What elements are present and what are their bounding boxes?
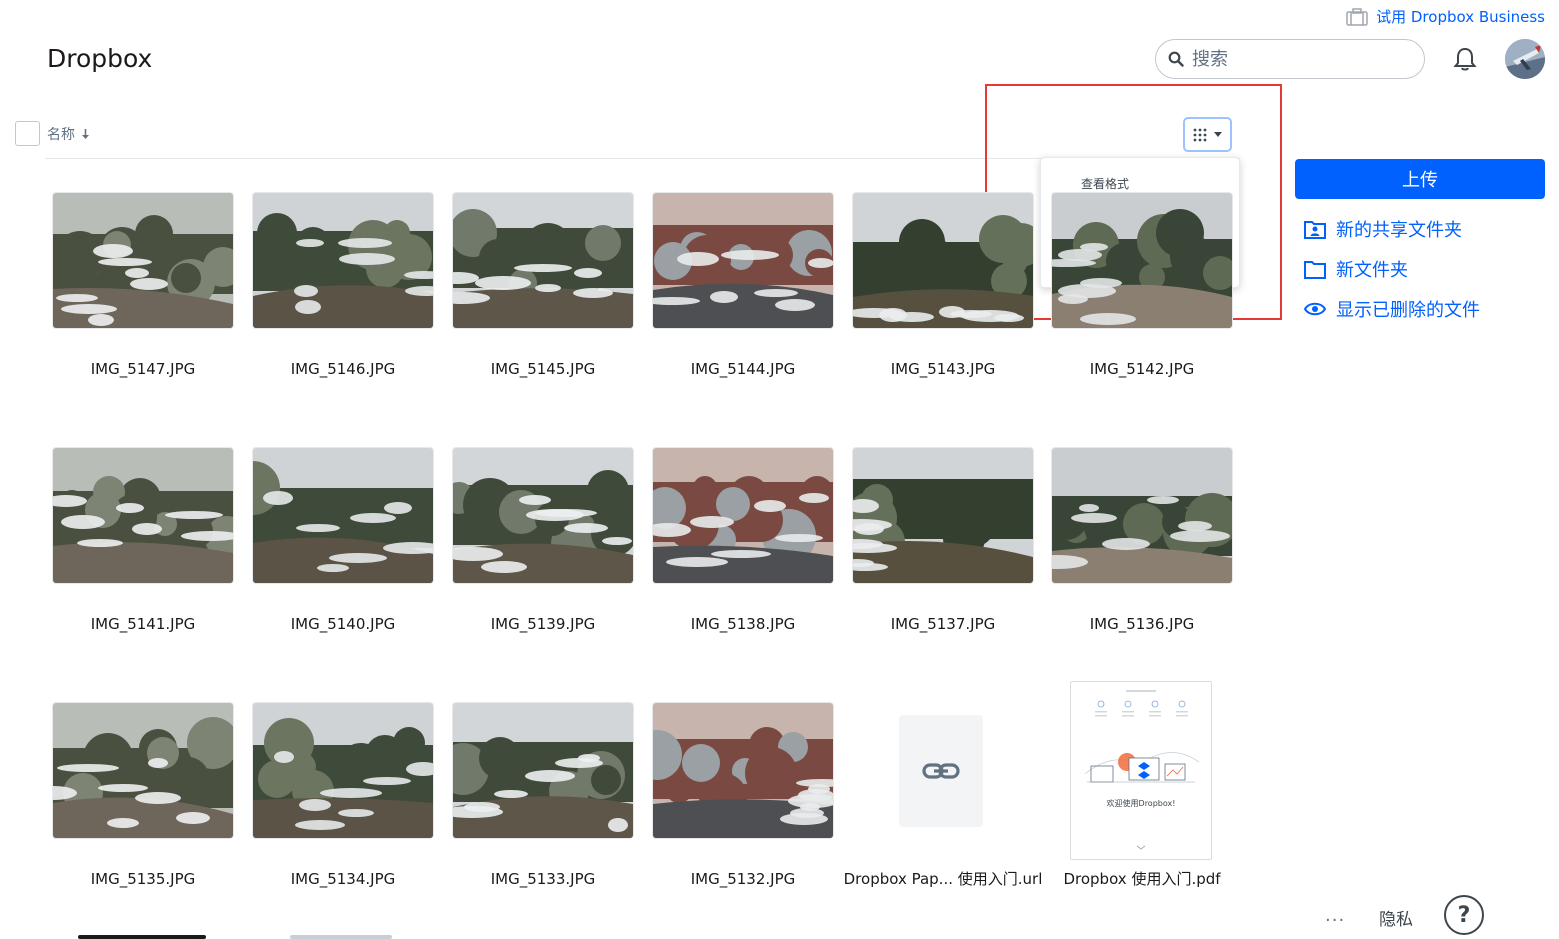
- file-name[interactable]: Dropbox Pap... 使用入门.url: [833, 868, 1053, 891]
- image-thumbnail: [1052, 193, 1232, 328]
- image-thumbnail: [653, 193, 833, 328]
- caret-down-icon: [1214, 132, 1222, 137]
- search-icon: [1168, 51, 1184, 67]
- image-thumbnail: [53, 703, 233, 838]
- image-thumbnail: [1052, 448, 1232, 583]
- image-thumbnail: [53, 193, 233, 328]
- link-icon: [922, 763, 960, 779]
- file-name[interactable]: IMG_5138.JPG: [633, 613, 853, 636]
- new-shared-folder-action[interactable]: 新的共享文件夹: [1304, 216, 1462, 242]
- image-thumbnail: [853, 448, 1033, 583]
- select-all-checkbox[interactable]: [15, 121, 40, 146]
- pdf-preview-caption: 欢迎使用Dropbox!: [1106, 799, 1176, 808]
- action-label: 显示已删除的文件: [1336, 300, 1480, 321]
- file-name[interactable]: IMG_5145.JPG: [433, 358, 653, 381]
- image-thumbnail: [453, 448, 633, 583]
- image-thumbnail: [653, 703, 833, 838]
- file-name[interactable]: IMG_5134.JPG: [233, 868, 453, 891]
- file-name[interactable]: IMG_5142.JPG: [1032, 358, 1252, 381]
- sort-label: 名称: [47, 127, 75, 143]
- file-name[interactable]: IMG_5146.JPG: [233, 358, 453, 381]
- next-row-thumb-peek: [78, 935, 206, 939]
- file-name[interactable]: IMG_5147.JPG: [33, 358, 253, 381]
- image-thumbnail: [453, 193, 633, 328]
- url-file-thumbnail: [899, 715, 983, 827]
- try-business-link[interactable]: 试用 Dropbox Business: [1346, 6, 1545, 27]
- file-name[interactable]: IMG_5137.JPG: [833, 613, 1053, 636]
- view-menu-heading: 查看格式: [1081, 177, 1130, 191]
- file-name[interactable]: IMG_5140.JPG: [233, 613, 453, 636]
- try-business-label: 试用 Dropbox Business: [1376, 8, 1545, 26]
- file-name[interactable]: IMG_5133.JPG: [433, 868, 653, 891]
- next-row-thumb-peek: [290, 935, 392, 939]
- image-thumbnail: [253, 448, 433, 583]
- bell-icon: [1453, 47, 1477, 71]
- image-thumbnail: [53, 448, 233, 583]
- image-thumbnail: [853, 193, 1033, 328]
- folder-icon: [1304, 261, 1326, 279]
- file-name[interactable]: IMG_5135.JPG: [33, 868, 253, 891]
- arrow-down-icon: [82, 129, 89, 139]
- upload-button[interactable]: 上传: [1295, 159, 1545, 199]
- page-title: Dropbox: [47, 44, 153, 73]
- help-button[interactable]: ?: [1444, 895, 1484, 935]
- file-name[interactable]: IMG_5136.JPG: [1032, 613, 1252, 636]
- notifications-button[interactable]: [1451, 45, 1479, 77]
- image-thumbnail: [653, 448, 833, 583]
- file-name[interactable]: IMG_5139.JPG: [433, 613, 653, 636]
- privacy-link[interactable]: 隐私: [1379, 905, 1413, 930]
- action-label: 新的共享文件夹: [1336, 220, 1462, 241]
- shared-folder-icon: [1304, 221, 1326, 239]
- file-name[interactable]: IMG_5143.JPG: [833, 358, 1053, 381]
- action-label: 新文件夹: [1336, 260, 1408, 281]
- search-input[interactable]: [1192, 48, 1402, 70]
- image-thumbnail: [253, 193, 433, 328]
- file-name[interactable]: IMG_5144.JPG: [633, 358, 853, 381]
- file-name[interactable]: Dropbox 使用入门.pdf: [1032, 868, 1252, 891]
- image-thumbnail: [253, 703, 433, 838]
- avatar[interactable]: [1505, 39, 1545, 79]
- pdf-preview-art: [1084, 690, 1200, 850]
- more-options-button[interactable]: ...: [1325, 905, 1345, 926]
- file-name[interactable]: IMG_5132.JPG: [633, 868, 853, 891]
- search-box[interactable]: [1155, 39, 1425, 79]
- file-name[interactable]: IMG_5141.JPG: [33, 613, 253, 636]
- grid-icon: [1193, 128, 1207, 141]
- eye-icon: [1304, 302, 1326, 316]
- help-icon: ?: [1457, 902, 1471, 928]
- new-folder-action[interactable]: 新文件夹: [1304, 256, 1408, 282]
- avatar-image: [1505, 39, 1545, 79]
- show-deleted-files-action[interactable]: 显示已删除的文件: [1304, 296, 1480, 322]
- sort-by-name[interactable]: 名称: [47, 124, 90, 144]
- view-toggle-button[interactable]: [1183, 117, 1232, 152]
- briefcase-icon: [1346, 7, 1368, 26]
- image-thumbnail: [453, 703, 633, 838]
- pdf-file-thumbnail: 欢迎使用Dropbox!: [1070, 681, 1212, 860]
